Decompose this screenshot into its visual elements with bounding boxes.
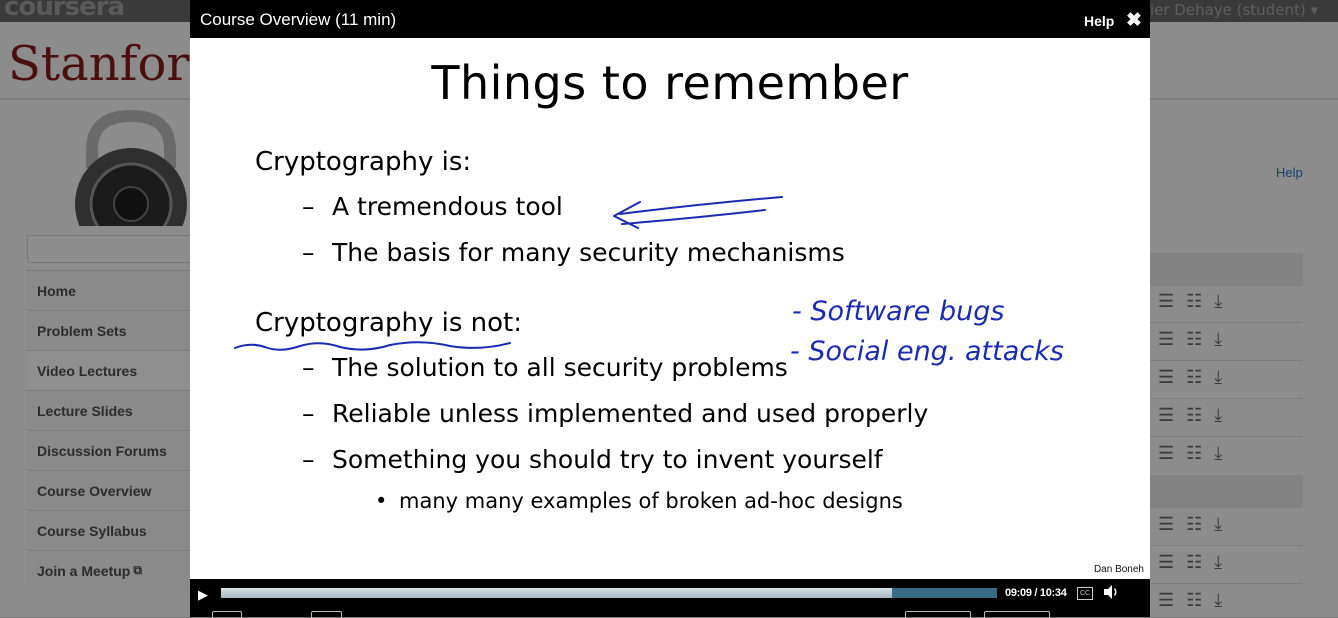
handwritten-annotations: - Software bugs - Social eng. attacks — [234, 196, 1064, 367]
download-icon[interactable]: ⤓ — [1214, 405, 1222, 426]
sidebar-item-video-lectures[interactable]: Video Lectures — [27, 350, 197, 390]
sidebar-item-label: Lecture Slides — [37, 402, 133, 419]
slides-icon[interactable]: ☰ — [1158, 514, 1174, 535]
lecture-row-actions: ☰ ☷ ⤓ — [1158, 405, 1238, 425]
slides-icon[interactable]: ☰ — [1158, 405, 1174, 426]
download-icon[interactable]: ⤓ — [1214, 552, 1222, 573]
row-divider — [1150, 436, 1303, 437]
list-icon[interactable]: ☷ — [1186, 590, 1202, 611]
sidebar-item-label: Course Syllabus — [37, 522, 147, 539]
list-icon[interactable]: ☷ — [1186, 552, 1202, 573]
lecture-row-actions: ☰ ☷ ⤓ — [1158, 552, 1238, 572]
closed-captions-button[interactable]: CC — [1077, 587, 1093, 600]
sidebar-item-course-overview[interactable]: Course Overview — [27, 470, 197, 510]
list-icon[interactable]: ☷ — [1186, 405, 1202, 426]
lecture-row-actions: ☰ ☷ ⤓ — [1158, 443, 1238, 463]
sidebar-item-label: Problem Sets — [37, 322, 127, 339]
row-divider — [1150, 545, 1303, 546]
coursera-logo[interactable]: coursera — [4, 0, 125, 22]
slides-icon[interactable]: ☰ — [1158, 443, 1174, 464]
sidebar-item-home[interactable]: Home — [27, 270, 197, 310]
download-icon[interactable]: ⤓ — [1214, 443, 1222, 464]
video-frame[interactable]: Things to remember Cryptography is: – A t… — [190, 38, 1150, 579]
download-icon[interactable]: ⤓ — [1214, 590, 1222, 611]
section-header-band — [1150, 253, 1303, 286]
progress-bar[interactable] — [221, 588, 997, 598]
play-icon[interactable]: ▶ — [198, 587, 208, 603]
external-link-icon: ⧉ — [133, 563, 142, 577]
padlock-icon — [75, 110, 187, 226]
list-icon[interactable]: ☷ — [1186, 329, 1202, 350]
list-icon[interactable]: ☷ — [1186, 291, 1202, 312]
download-icon[interactable]: ⤓ — [1214, 329, 1222, 350]
slides-icon[interactable]: ☰ — [1158, 552, 1174, 573]
user-name: vier Dehaye (student) — [1141, 1, 1306, 19]
institution-logo: Stanford — [8, 36, 221, 92]
lecture-row-actions: ☰ ☷ ⤓ — [1158, 291, 1238, 311]
sidebar-nav: Home Problem Sets Video Lectures Lecture… — [27, 270, 197, 590]
slides-icon[interactable]: ☰ — [1158, 590, 1174, 611]
slides-icon[interactable]: ☰ — [1158, 291, 1174, 312]
sidebar-item-label: Join a Meetup — [37, 562, 131, 579]
lecture-row-actions: ☰ ☷ ⤓ — [1158, 329, 1238, 349]
lecture-row-actions: ☰ ☷ ⤓ — [1158, 514, 1238, 534]
sidebar-item-problem-sets[interactable]: Problem Sets — [27, 310, 197, 350]
modal-title: Course Overview (11 min) — [200, 10, 397, 29]
sidebar-item-lecture-slides[interactable]: Lecture Slides — [27, 390, 197, 430]
sidebar-item-label: Discussion Forums — [37, 442, 167, 459]
video-player-modal: Course Overview (11 min) Help ✖ Things t… — [190, 0, 1150, 618]
row-divider — [1150, 583, 1303, 584]
row-divider — [1150, 360, 1303, 361]
sidebar-item-label: Video Lectures — [37, 362, 138, 379]
slides-icon[interactable]: ☰ — [1158, 329, 1174, 350]
sidebar-item-discussion-forums[interactable]: Discussion Forums — [27, 430, 197, 470]
player-controls: ▶ 09:09 / 10:34 CC — [190, 579, 1150, 618]
progress-played — [221, 588, 893, 598]
sidebar-item-label: Course Overview — [37, 482, 152, 499]
download-icon[interactable]: ⤓ — [1214, 514, 1222, 535]
list-icon[interactable]: ☷ — [1186, 514, 1202, 535]
sidebar-item-course-syllabus[interactable]: Course Syllabus — [27, 510, 197, 550]
ink-note-software-bugs: - Software bugs — [792, 296, 1004, 327]
row-divider — [1150, 398, 1303, 399]
search-input[interactable] — [27, 235, 199, 263]
modal-help-button[interactable]: Help — [1084, 13, 1114, 29]
ink-note-social-attacks: - Social eng. attacks — [790, 336, 1064, 367]
ink-underline — [234, 341, 511, 351]
download-icon[interactable]: ⤓ — [1214, 367, 1222, 388]
list-icon[interactable]: ☷ — [1186, 443, 1202, 464]
slide-author: Dan Boneh — [1093, 564, 1144, 575]
sidebar-item-label: Home — [37, 282, 76, 299]
list-icon[interactable]: ☷ — [1186, 367, 1202, 388]
lecture-row-actions: ☰ ☷ ⤓ — [1158, 590, 1238, 610]
slides-icon[interactable]: ☰ — [1158, 367, 1174, 388]
section-header-band — [1150, 475, 1303, 508]
caret-down-icon: ▾ — [1310, 1, 1318, 19]
lecture-row-actions: ☰ ☷ ⤓ — [1158, 367, 1238, 387]
volume-icon[interactable] — [1102, 584, 1120, 600]
user-menu[interactable]: vier Dehaye (student) ▾ — [1141, 1, 1318, 19]
download-icon[interactable]: ⤓ — [1214, 291, 1222, 312]
sidebar-item-join-meetup[interactable]: Join a Meetup ⧉ — [27, 550, 197, 590]
close-icon[interactable]: ✖ — [1126, 9, 1142, 32]
time-display: 09:09 / 10:34 — [1005, 587, 1067, 599]
help-link[interactable]: Help — [1276, 165, 1303, 180]
row-divider — [1150, 322, 1303, 323]
